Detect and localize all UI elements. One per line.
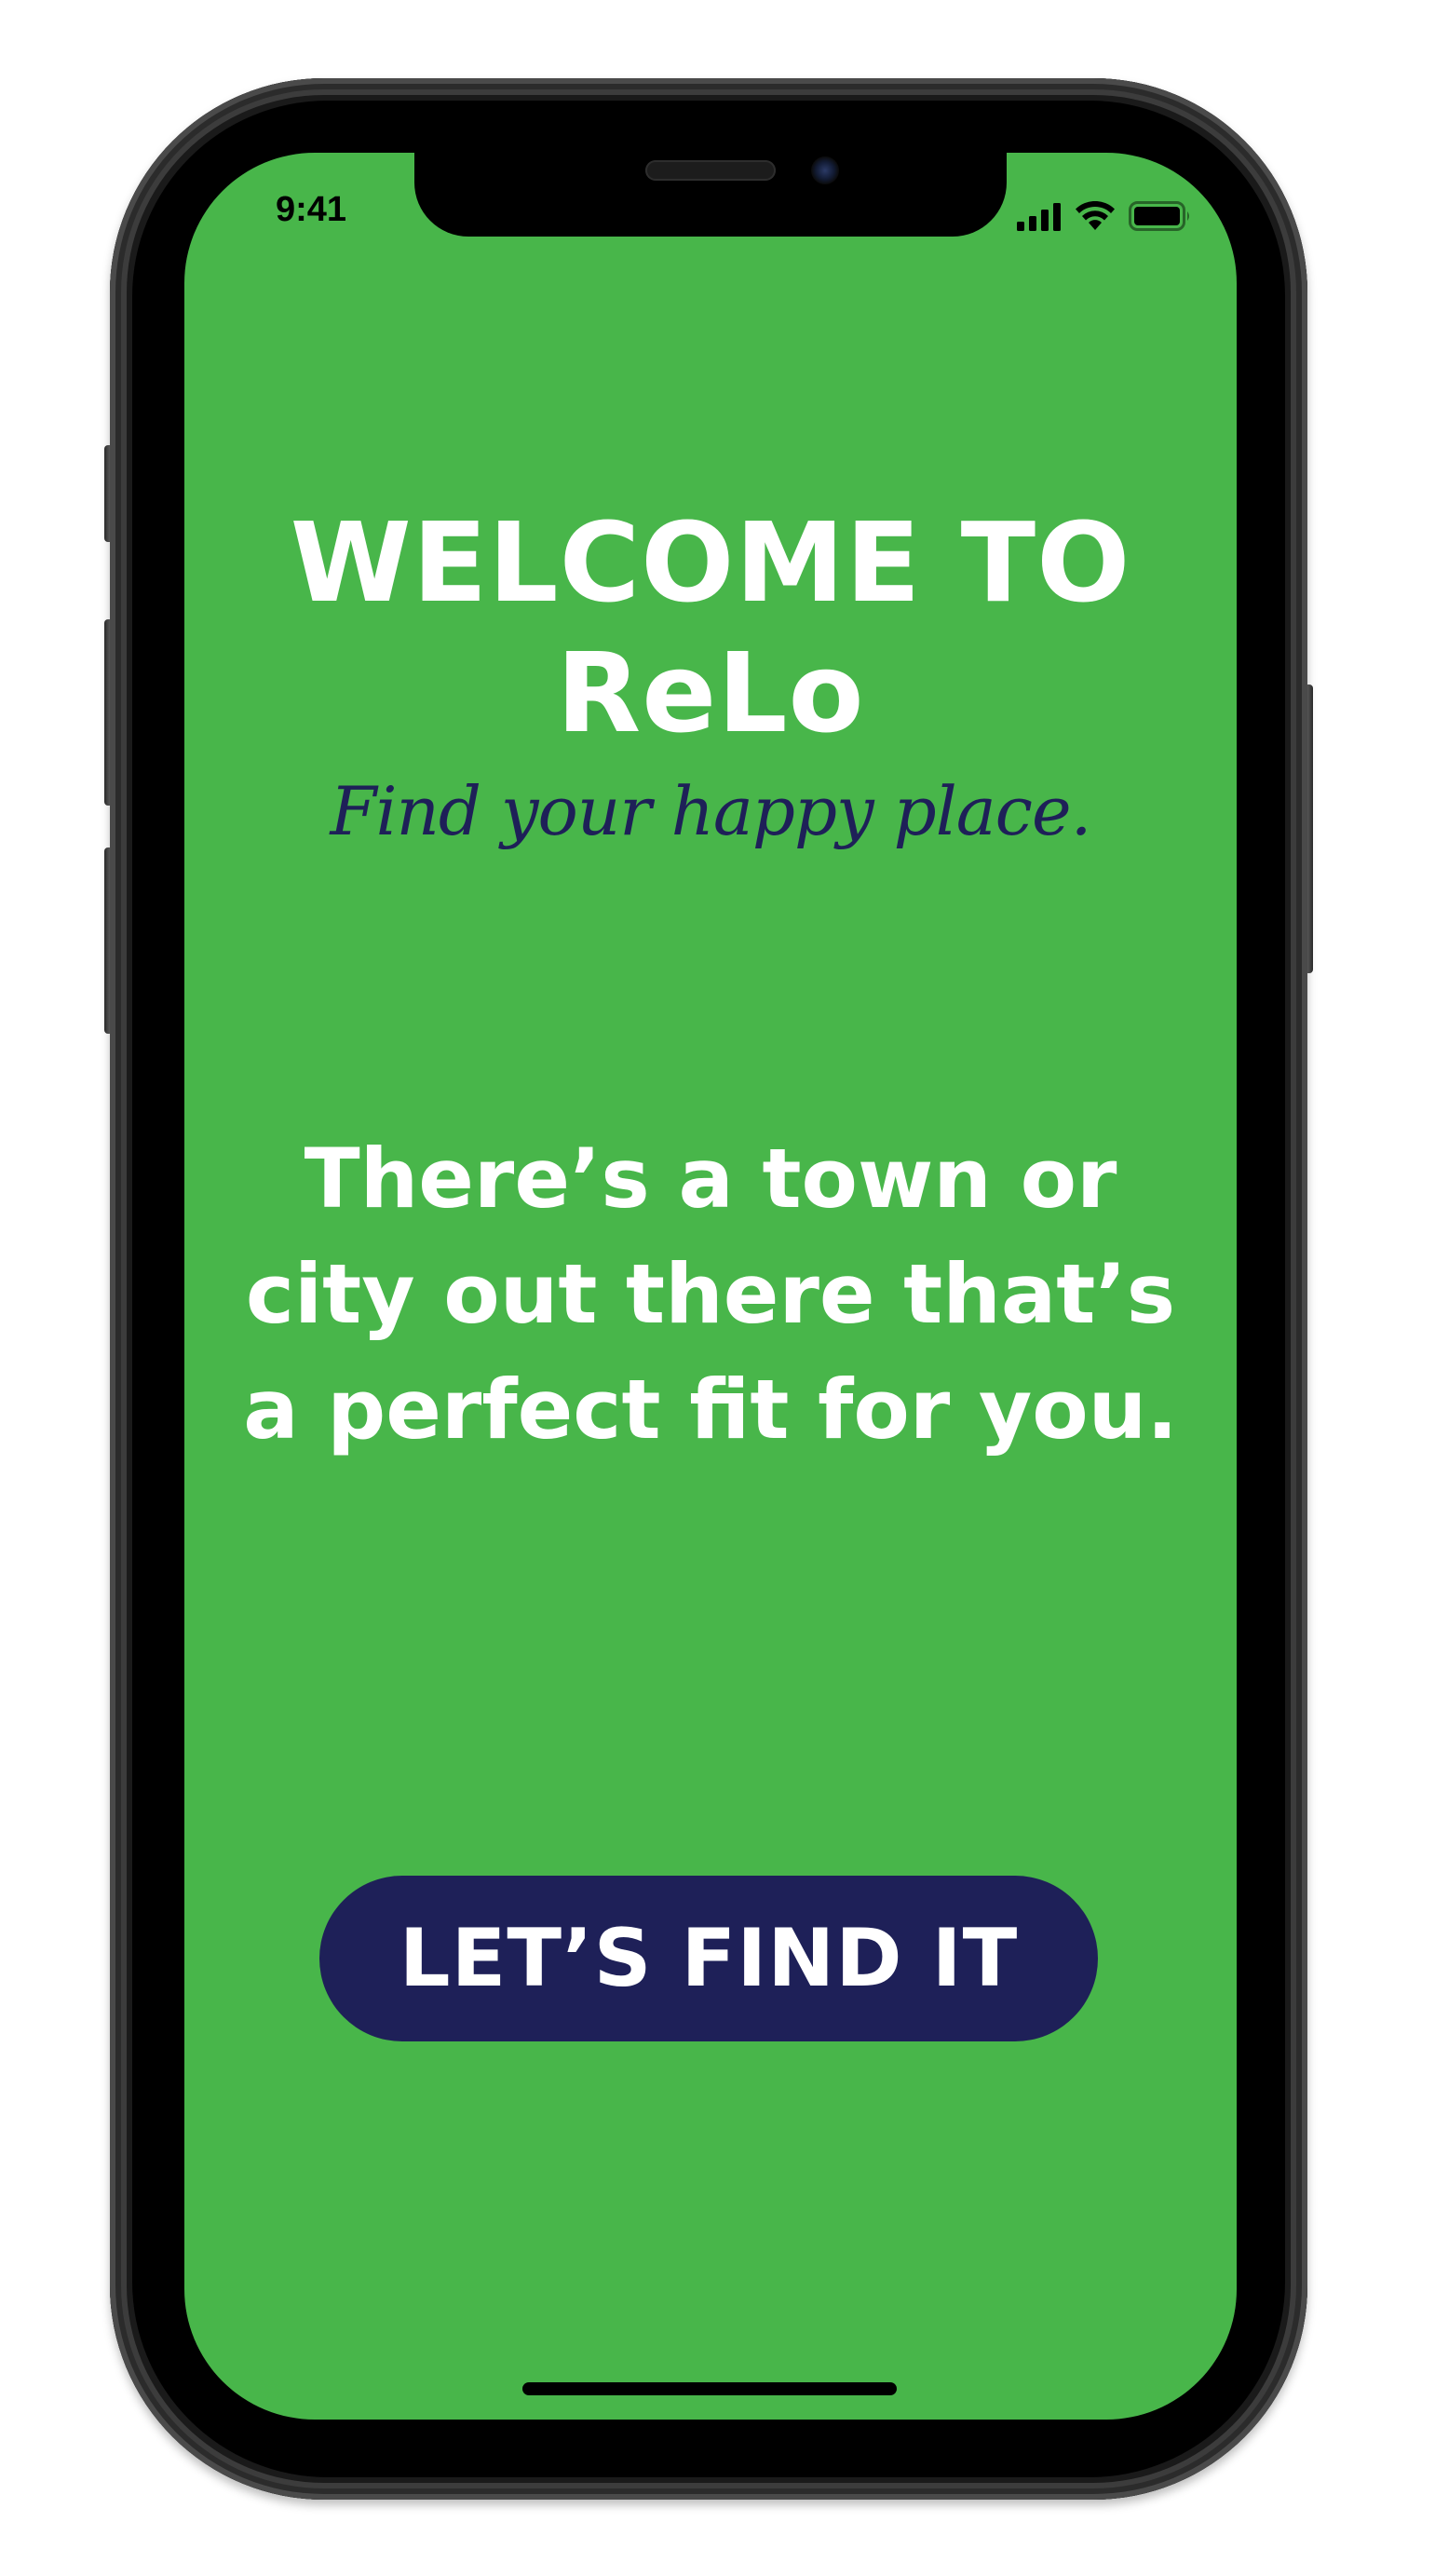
status-icons <box>1017 200 1192 236</box>
welcome-title: WELCOME TO ReLo <box>184 497 1237 758</box>
wifi-icon <box>1075 200 1116 236</box>
app-screen: 9:41 WELCOME TO ReLo Find your happy pla… <box>184 153 1237 2420</box>
app-name: ReLo <box>556 629 865 757</box>
intro-line2: city out there that’s <box>245 1246 1176 1342</box>
welcome-title-line1: WELCOME TO <box>290 498 1131 627</box>
tagline: Find your happy place. <box>330 772 1092 850</box>
status-time: 9:41 <box>276 190 347 229</box>
notch <box>414 153 1007 237</box>
lets-find-it-button[interactable]: LET’S FIND IT <box>319 1876 1098 2041</box>
home-indicator[interactable] <box>522 2382 897 2395</box>
battery-icon <box>1129 201 1192 236</box>
intro-line3: a perfect fit for you. <box>243 1362 1178 1457</box>
signal-icon <box>1017 203 1062 236</box>
speaker-grille <box>645 160 776 181</box>
camera-icon <box>811 156 839 184</box>
intro-text: There’s a town or city out there that’s … <box>222 1121 1199 1468</box>
device-mockup: 9:41 WELCOME TO ReLo Find your happy pla… <box>0 0 1435 2576</box>
intro-line1: There’s a town or <box>304 1131 1117 1227</box>
